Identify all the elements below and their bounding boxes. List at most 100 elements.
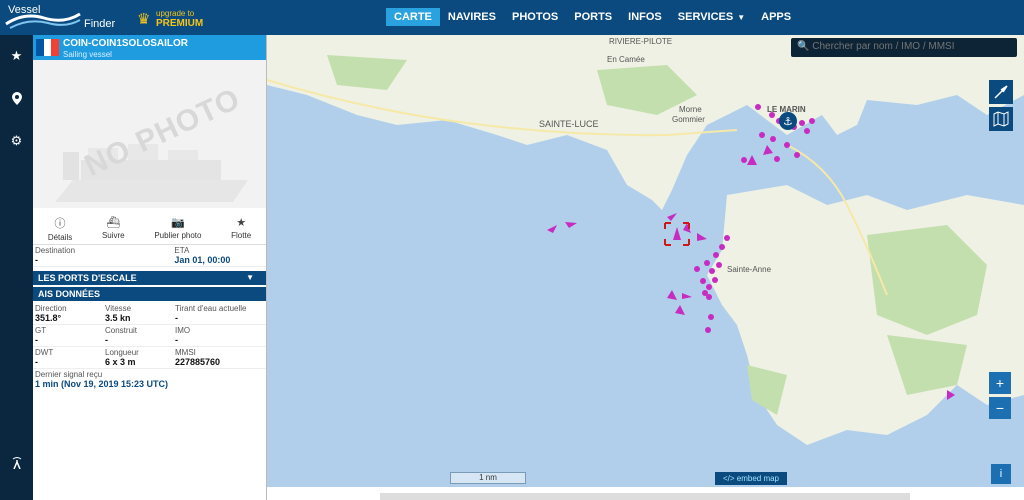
vessel-photo[interactable]: NO PHOTO <box>33 60 266 208</box>
nav-apps[interactable]: APPS <box>753 8 799 26</box>
bottom-bar <box>267 487 1024 500</box>
logo-line2: Finder <box>84 18 116 30</box>
chevron-down-icon: ▼ <box>737 13 746 22</box>
draught-value: - <box>175 313 178 323</box>
built-label: Construit <box>105 326 138 335</box>
fleet-label: Flotte <box>231 231 252 240</box>
place-riviere-pilote: RIVIERE-PILOTE <box>609 37 673 46</box>
mmsi-label: MMSI <box>175 348 196 357</box>
ais-section-header: AIS DONNÉES <box>33 287 266 301</box>
nav-navires[interactable]: NAVIRES <box>440 8 504 26</box>
nav-services[interactable]: SERVICES ▼ <box>670 8 753 26</box>
flag-stripe-white <box>43 39 52 56</box>
map-canvas: ⚓ <box>267 35 1024 445</box>
mmsi-value: 227885760 <box>175 357 221 367</box>
nav-carte[interactable]: CARTE <box>386 8 440 26</box>
map-pin-icon[interactable] <box>0 83 33 113</box>
imo-label: IMO <box>175 326 191 335</box>
voyage-info: Destination - ETA Jan 01, 00:00 <box>33 245 266 267</box>
upgrade-premium-button[interactable]: ♛ upgrade to PREMIUM <box>137 8 209 30</box>
zoom-in-button[interactable]: + <box>989 372 1011 394</box>
follow-button[interactable]: ⛴ Suivre <box>102 216 125 240</box>
fleet-button[interactable]: ★ Flotte <box>231 216 251 240</box>
place-mome: Morne <box>679 105 702 114</box>
zoom-out-button[interactable]: − <box>989 397 1011 419</box>
camera-icon: 📷 <box>171 217 185 229</box>
crown-icon: ♛ <box>137 11 151 28</box>
place-en-camee: En Camée <box>607 55 645 64</box>
eta-value: Jan 01, 00:00 <box>174 255 231 265</box>
ais-row: GT - Construit - IMO - <box>33 325 266 347</box>
flag-stripe-red <box>51 39 60 56</box>
publish-photo-button[interactable]: 📷 Publier photo <box>154 216 201 240</box>
info-icon: ⓘ <box>54 217 66 230</box>
vessel-search: 🔍 <box>791 38 1017 57</box>
vessel-header: COIN-COIN1SOLOSAILOR Sailing vessel <box>33 35 266 60</box>
length-value: 6 x 3 m <box>105 357 136 367</box>
star-icon: ★ <box>236 217 247 229</box>
destination-value: - <box>35 255 38 265</box>
svg-text:⚓: ⚓ <box>783 115 793 128</box>
flag-france-icon <box>36 39 60 56</box>
port-anchor-icon: ⚓ <box>779 112 797 130</box>
destination-label: Destination <box>35 246 76 255</box>
embed-map-button[interactable]: </> embed map <box>715 472 787 485</box>
imo-value: - <box>175 335 178 345</box>
eta-label: ETA <box>174 246 190 255</box>
last-signal-value: 1 min (Nov 19, 2019 15:23 UTC) <box>35 379 169 389</box>
direction-value: 351.8° <box>35 313 62 323</box>
ais-row: DWT - Longueur 6 x 3 m MMSI 227885760 <box>33 347 266 369</box>
search-input[interactable] <box>812 41 1003 52</box>
place-sainte-luce: SAINTE-LUCE <box>539 119 599 129</box>
ship-icon: ⛴ <box>106 217 121 229</box>
speed-value: 3.5 kn <box>105 313 131 323</box>
ais-row: Direction 351.8° Vitesse 3.5 kn Tirant d'e… <box>33 303 266 325</box>
map-scale: 1 nm <box>450 472 526 484</box>
antenna-icon[interactable] <box>0 448 33 478</box>
place-sainte-anne: Sainte-Anne <box>727 265 772 274</box>
map-layers-icon[interactable] <box>989 107 1013 131</box>
publish-photo-label: Publier photo <box>154 231 202 240</box>
draught-label: Tirant d'eau actuelle <box>175 304 247 313</box>
nav-services-label: SERVICES <box>677 11 734 23</box>
flag-stripe-blue <box>36 39 44 56</box>
ais-section-title: AIS DONNÉES <box>38 289 101 299</box>
map-info-button[interactable]: i <box>991 464 1011 484</box>
gear-icon[interactable]: ⚙ <box>0 126 33 156</box>
vessel-panel: COIN-COIN1SOLOSAILOR Sailing vessel NO P… <box>33 35 267 500</box>
ad-banner[interactable] <box>380 493 910 500</box>
map-pin-shape <box>11 91 22 105</box>
dwt-label: DWT <box>35 348 54 357</box>
details-button[interactable]: ⓘ Détails <box>48 215 72 242</box>
place-gommier: Gommier <box>672 115 705 124</box>
speed-label: Vitesse <box>105 304 132 313</box>
gt-value: - <box>35 335 38 345</box>
measure-tool-icon[interactable] <box>989 80 1013 104</box>
vesselfinder-logo[interactable]: Vessel Finder <box>4 2 132 34</box>
follow-label: Suivre <box>101 231 125 240</box>
premium-line1: upgrade to <box>156 9 195 18</box>
last-signal-label: Dernier signal reçu <box>35 370 103 379</box>
favorites-star-icon[interactable]: ★ <box>0 41 33 71</box>
dwt-value: - <box>35 357 38 367</box>
place-le-marin: LE MARIN <box>767 105 806 114</box>
nav-ports[interactable]: PORTS <box>566 8 620 26</box>
ports-section-header[interactable]: LES PORTS D'ESCALE ▼ <box>33 271 266 285</box>
length-label: Longueur <box>105 348 139 357</box>
ports-section-title: LES PORTS D'ESCALE <box>38 273 137 283</box>
map-view[interactable]: ⚓ RIVIERE-PILOTE En Camée SAINTE-LUCE Mo… <box>267 35 1024 487</box>
main-nav: CARTE NAVIRES PHOTOS PORTS INFOS SERVICE… <box>386 8 799 26</box>
nav-photos[interactable]: PHOTOS <box>504 8 566 26</box>
chevron-down-icon: ▼ <box>246 273 254 282</box>
premium-line2: PREMIUM <box>156 18 204 29</box>
vessel-actions: ⓘ Détails ⛴ Suivre 📷 Publier photo ★ Flotte <box>33 208 266 245</box>
direction-label: Direction <box>35 304 67 313</box>
vessel-name: COIN-COIN1SOLOSAILOR <box>63 38 189 49</box>
search-icon: 🔍 <box>797 41 810 52</box>
gt-label: GT <box>35 326 47 335</box>
nav-infos[interactable]: INFOS <box>620 8 670 26</box>
details-label: Détails <box>47 232 73 242</box>
top-bar: Vessel Finder ♛ upgrade to PREMIUM CARTE… <box>0 0 1024 35</box>
map-book-shape <box>993 111 1009 127</box>
left-rail: ★ ⚙ <box>0 35 33 500</box>
